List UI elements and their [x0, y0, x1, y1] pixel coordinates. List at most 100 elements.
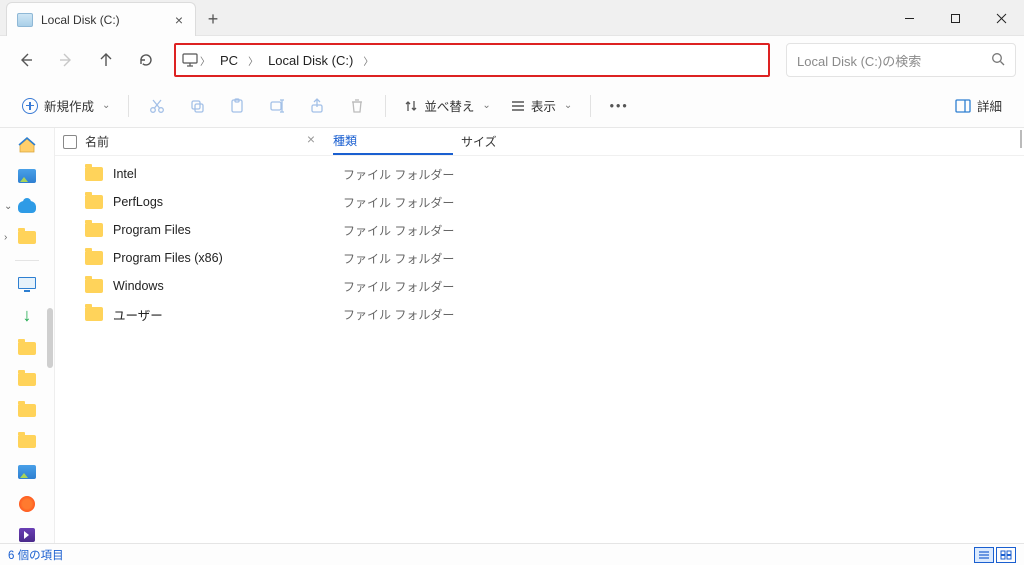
chevron-right-icon[interactable]: 〉: [246, 53, 260, 68]
file-row[interactable]: Windowsファイル フォルダー: [55, 272, 1024, 300]
close-window-button[interactable]: [978, 0, 1024, 36]
music-icon: [19, 496, 35, 512]
nav-bar: 〉 PC 〉 Local Disk (C:) 〉 Local Disk (C:)…: [0, 36, 1024, 84]
cloud-icon: [18, 201, 36, 213]
tab-title: Local Disk (C:): [41, 13, 120, 27]
picture-icon: [18, 465, 36, 479]
folder-icon: [18, 342, 36, 355]
rename-button[interactable]: [259, 90, 295, 122]
nav-pane: ⌄ › ↓: [0, 128, 55, 543]
address-bar-wrapper: 〉 PC 〉 Local Disk (C:) 〉: [174, 43, 770, 77]
column-type[interactable]: 種類: [333, 128, 453, 155]
chevron-right-icon[interactable]: 〉: [198, 53, 212, 68]
search-placeholder: Local Disk (C:)の検索: [797, 51, 921, 70]
select-all-checkbox[interactable]: [63, 135, 77, 149]
forward-button[interactable]: [48, 42, 84, 78]
folder-icon: [85, 251, 103, 265]
view-icon: [511, 99, 525, 113]
pc-icon: [182, 53, 198, 67]
chevron-down-icon[interactable]: ⌄: [4, 201, 12, 212]
chevron-down-icon: ⌄: [482, 100, 490, 111]
sidebar-folder[interactable]: [17, 402, 37, 419]
folder-icon: [85, 279, 103, 293]
sidebar-onedrive[interactable]: ⌄: [0, 198, 54, 215]
sidebar-gallery[interactable]: [17, 167, 37, 184]
window-tab[interactable]: Local Disk (C:) ×: [6, 2, 196, 36]
explorer-body: ⌄ › ↓ 名前× 種類 サイズ Intelファイル フォルダーPerfLogs…: [0, 128, 1024, 543]
file-row[interactable]: PerfLogsファイル フォルダー: [55, 188, 1024, 216]
folder-icon: [85, 167, 103, 181]
file-type: ファイル フォルダー: [343, 166, 463, 183]
toolbar: 新規作成 ⌄ 並べ替え ⌄ 表示 ⌄ ••• 詳細: [0, 84, 1024, 128]
file-rows: Intelファイル フォルダーPerfLogsファイル フォルダーProgram…: [55, 156, 1024, 543]
file-type: ファイル フォルダー: [343, 278, 463, 295]
new-tab-button[interactable]: +: [196, 2, 230, 36]
back-button[interactable]: [8, 42, 44, 78]
clear-icon[interactable]: ×: [307, 131, 315, 147]
folder-icon: [85, 195, 103, 209]
minimize-button[interactable]: [886, 0, 932, 36]
sidebar-home[interactable]: [17, 136, 37, 153]
details-label: 詳細: [977, 96, 1002, 115]
column-name[interactable]: 名前×: [85, 133, 333, 150]
details-icon: [955, 99, 971, 113]
status-bar: 6 個の項目: [0, 543, 1024, 565]
breadcrumb-pc[interactable]: PC: [212, 53, 246, 68]
more-button[interactable]: •••: [601, 90, 637, 122]
sidebar-folder[interactable]: [17, 433, 37, 450]
sidebar-quick-access[interactable]: ›: [0, 229, 54, 246]
sidebar-videos[interactable]: [17, 526, 37, 543]
sidebar-music[interactable]: [17, 495, 37, 512]
column-size[interactable]: サイズ: [453, 133, 553, 150]
sidebar-downloads[interactable]: ↓: [17, 306, 37, 326]
details-view-toggle[interactable]: [974, 547, 994, 563]
column-headers: 名前× 種類 サイズ: [55, 128, 1024, 156]
file-type: ファイル フォルダー: [343, 222, 463, 239]
chevron-down-icon: ⌄: [564, 100, 572, 111]
new-button[interactable]: 新規作成 ⌄: [14, 90, 118, 122]
file-row[interactable]: Intelファイル フォルダー: [55, 160, 1024, 188]
drive-icon: [17, 13, 33, 27]
search-box[interactable]: Local Disk (C:)の検索: [786, 43, 1016, 77]
sidebar-pictures[interactable]: [17, 464, 37, 481]
cut-button[interactable]: [139, 90, 175, 122]
separator: [15, 260, 39, 261]
paste-button[interactable]: [219, 90, 255, 122]
view-button[interactable]: 表示 ⌄: [503, 90, 580, 122]
file-type: ファイル フォルダー: [343, 306, 463, 323]
file-row[interactable]: Program Filesファイル フォルダー: [55, 216, 1024, 244]
file-row[interactable]: Program Files (x86)ファイル フォルダー: [55, 244, 1024, 272]
sidebar-desktop[interactable]: [17, 275, 37, 292]
chevron-right-icon[interactable]: ›: [4, 232, 7, 243]
up-button[interactable]: [88, 42, 124, 78]
window-controls: [886, 0, 1024, 36]
new-label: 新規作成: [44, 96, 94, 115]
file-list: 名前× 種類 サイズ Intelファイル フォルダーPerfLogsファイル フ…: [55, 128, 1024, 543]
address-bar[interactable]: 〉 PC 〉 Local Disk (C:) 〉: [174, 43, 770, 77]
view-label: 表示: [531, 96, 556, 115]
content-scrollbar[interactable]: [1020, 130, 1022, 148]
separator: [590, 95, 591, 117]
copy-button[interactable]: [179, 90, 215, 122]
chevron-right-icon[interactable]: 〉: [361, 53, 375, 68]
sidebar-documents[interactable]: [17, 340, 37, 357]
sort-button[interactable]: 並べ替え ⌄: [396, 90, 498, 122]
item-count: 6 個の項目: [8, 547, 64, 563]
close-tab-icon[interactable]: ×: [171, 13, 187, 27]
breadcrumb-local-disk[interactable]: Local Disk (C:): [260, 53, 361, 68]
sidebar-scrollbar[interactable]: [47, 308, 53, 368]
file-row[interactable]: ユーザーファイル フォルダー: [55, 300, 1024, 328]
details-pane-button[interactable]: 詳細: [947, 90, 1010, 122]
refresh-button[interactable]: [128, 42, 164, 78]
sidebar-folder[interactable]: [17, 371, 37, 388]
maximize-button[interactable]: [932, 0, 978, 36]
file-type: ファイル フォルダー: [343, 194, 463, 211]
file-name: Program Files: [113, 223, 343, 237]
delete-button[interactable]: [339, 90, 375, 122]
folder-icon: [85, 307, 103, 321]
view-toggle-group: [974, 547, 1016, 563]
file-name: Intel: [113, 167, 343, 181]
search-icon: [991, 52, 1005, 69]
share-button[interactable]: [299, 90, 335, 122]
large-icons-view-toggle[interactable]: [996, 547, 1016, 563]
